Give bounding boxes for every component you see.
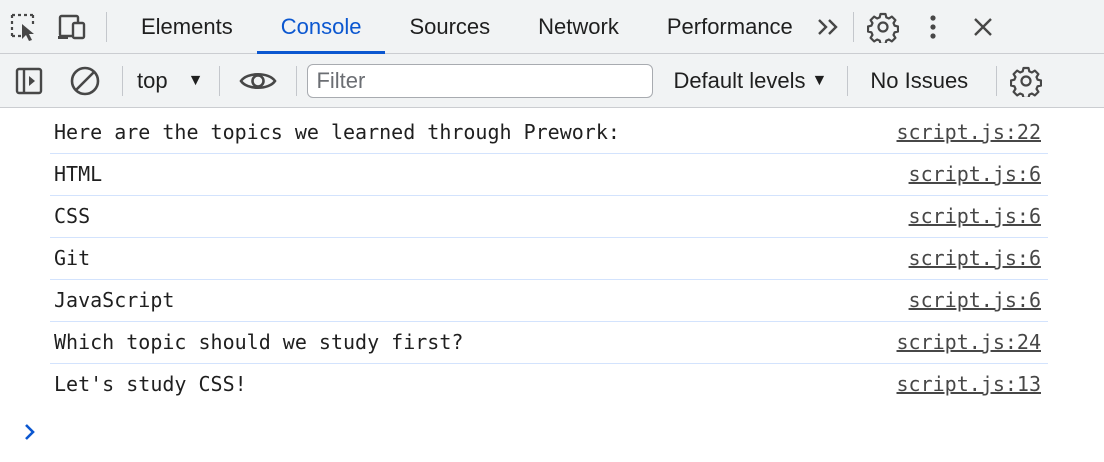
clear-console-icon[interactable] bbox=[58, 54, 112, 107]
console-settings-icon[interactable] bbox=[997, 54, 1055, 107]
source-link[interactable]: script.js:6 bbox=[909, 204, 1041, 228]
tab-sources[interactable]: Sources bbox=[385, 0, 514, 53]
close-icon[interactable] bbox=[958, 0, 1008, 53]
console-message: Which topic should we study first? scrip… bbox=[50, 322, 1048, 364]
sidebar-toggle-icon[interactable] bbox=[0, 54, 58, 107]
tab-label: Performance bbox=[666, 13, 793, 39]
message-text: Here are the topics we learned through P… bbox=[54, 120, 620, 144]
filter-input[interactable] bbox=[307, 63, 654, 98]
log-levels-dropdown[interactable]: Default levels ▼ bbox=[669, 54, 847, 107]
message-text: Let's study CSS! bbox=[54, 372, 247, 396]
message-text: Which topic should we study first? bbox=[54, 330, 464, 354]
device-toolbar-icon[interactable] bbox=[48, 0, 96, 53]
console-message: Here are the topics we learned through P… bbox=[50, 112, 1048, 154]
context-label: top bbox=[137, 67, 168, 93]
tab-label: Network bbox=[538, 13, 619, 39]
context-selector[interactable]: top ▼ bbox=[123, 54, 219, 107]
message-text: HTML bbox=[54, 162, 103, 186]
kebab-menu-icon[interactable] bbox=[908, 0, 958, 53]
console-message: HTML script.js:6 bbox=[50, 154, 1048, 196]
toolbar-divider bbox=[296, 65, 298, 96]
inspect-element-icon[interactable] bbox=[0, 0, 48, 53]
more-tabs-icon[interactable] bbox=[809, 0, 849, 53]
tabbar-divider bbox=[852, 11, 854, 42]
source-link[interactable]: script.js:13 bbox=[897, 372, 1042, 396]
tab-elements[interactable]: Elements bbox=[117, 0, 257, 53]
issues-label: No Issues bbox=[870, 67, 969, 93]
tab-performance[interactable]: Performance bbox=[643, 0, 809, 53]
levels-label: Default levels bbox=[673, 67, 806, 93]
message-text: JavaScript bbox=[54, 288, 175, 312]
tab-label: Sources bbox=[409, 13, 491, 39]
devtools-tabbar: Elements Console Sources Network Perform… bbox=[0, 0, 1104, 54]
live-expression-eye-icon[interactable] bbox=[220, 54, 296, 107]
source-link[interactable]: script.js:22 bbox=[897, 120, 1042, 144]
tab-label: Elements bbox=[141, 13, 233, 39]
settings-icon[interactable] bbox=[858, 0, 908, 53]
tab-label: Console bbox=[280, 13, 362, 39]
source-link[interactable]: script.js:24 bbox=[897, 330, 1042, 354]
source-link[interactable]: script.js:6 bbox=[909, 162, 1041, 186]
tab-console[interactable]: Console bbox=[256, 0, 386, 54]
console-message: JavaScript script.js:6 bbox=[50, 280, 1048, 322]
console-message: Let's study CSS! script.js:13 bbox=[50, 364, 1048, 406]
source-link[interactable]: script.js:6 bbox=[909, 288, 1041, 312]
caret-down-icon: ▼ bbox=[811, 71, 828, 89]
chevron-right-icon[interactable] bbox=[20, 420, 40, 444]
caret-down-icon: ▼ bbox=[187, 71, 204, 89]
console-toolbar: top ▼ Default levels ▼ No Issues bbox=[0, 54, 1104, 108]
source-link[interactable]: script.js:6 bbox=[909, 246, 1041, 270]
message-text: Git bbox=[54, 246, 91, 270]
console-message: Git script.js:6 bbox=[50, 238, 1048, 280]
tab-network[interactable]: Network bbox=[514, 0, 643, 53]
issues-button[interactable]: No Issues bbox=[848, 54, 996, 107]
console-messages: Here are the topics we learned through P… bbox=[0, 112, 1104, 406]
message-text: CSS bbox=[54, 204, 91, 228]
console-message: CSS script.js:6 bbox=[50, 196, 1048, 238]
tabbar-divider bbox=[106, 11, 107, 42]
